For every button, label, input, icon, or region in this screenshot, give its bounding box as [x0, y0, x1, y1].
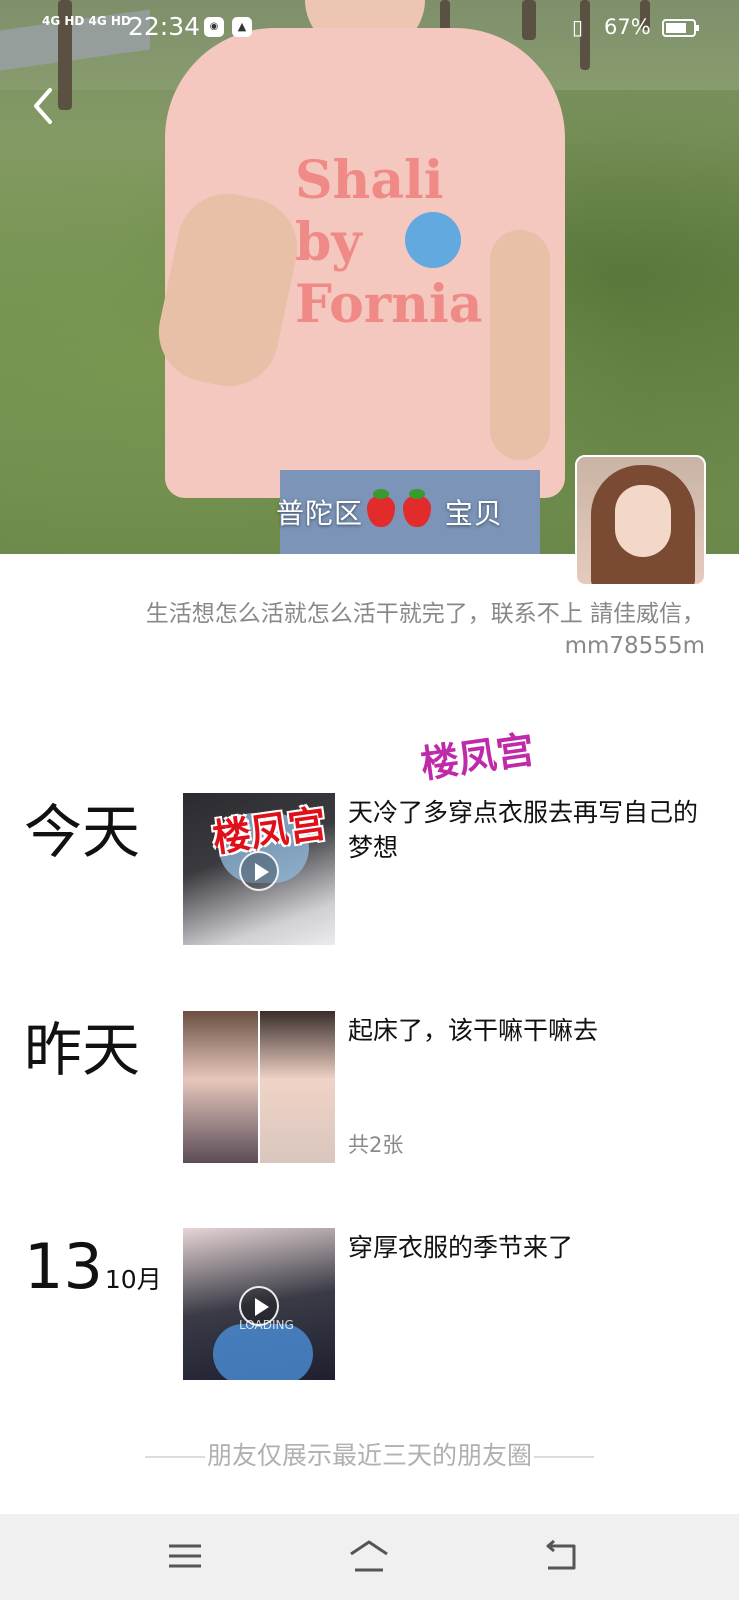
- moment-post[interactable]: 1310月 LOADING 穿厚衣服的季节来了: [0, 1228, 739, 1380]
- shirt-print-text: Shali by Fornia: [295, 150, 483, 335]
- chevron-left-icon: [34, 88, 52, 124]
- moments-visibility-note: 朋友仅展示最近三天的朋友圈: [0, 1436, 739, 1472]
- vibrate-icon: ▯: [572, 15, 584, 39]
- post-text: 起床了，该干嘛干嘛去: [348, 1016, 599, 1045]
- photo-count: 共2张: [348, 1133, 404, 1157]
- avatar[interactable]: [575, 455, 706, 586]
- system-nav-bar: [0, 1514, 739, 1600]
- menu-icon: [169, 1544, 201, 1568]
- back-button[interactable]: [26, 82, 66, 130]
- loading-label: LOADING: [239, 1318, 294, 1332]
- post-date: 今天: [24, 798, 141, 866]
- post-text: 穿厚衣服的季节来了: [348, 1233, 574, 1262]
- home-button[interactable]: [347, 1536, 391, 1576]
- cover-caption-location: 普陀区: [276, 497, 364, 530]
- battery-percent: 67%: [604, 15, 651, 39]
- network-signal: 4G HD 4G HD: [42, 14, 131, 28]
- home-icon: [350, 1540, 388, 1572]
- moment-post[interactable]: 昨天 起床了，该干嘛干嘛去 共2张: [0, 1011, 739, 1163]
- post-photo-thumbnail[interactable]: [260, 1011, 335, 1163]
- cover-caption: 普陀区 宝贝: [276, 489, 503, 532]
- smiley-heart-graphic: [405, 212, 461, 268]
- cover-caption-name: 宝贝: [444, 497, 503, 530]
- battery-icon: [662, 19, 699, 37]
- strawberry-icon: [403, 489, 432, 527]
- post-date: 1310月: [24, 1232, 162, 1315]
- profile-signature: 生活想怎么活就怎么活干就完了，联系不上 請佳威信，mm78555m: [145, 601, 705, 659]
- gallery-notification-icon: ▲: [232, 17, 252, 37]
- menu-button[interactable]: [163, 1536, 207, 1576]
- status-bar: 4G HD 4G HD 22:34 ◉ ▲ ▯ 67%: [0, 0, 739, 56]
- watermark-stamp: 楼凤宫: [417, 727, 538, 787]
- strawberry-icon: [367, 489, 396, 527]
- app-notification-icon: ◉: [204, 17, 224, 37]
- post-date-day: 13: [24, 1230, 103, 1303]
- post-photo-thumbnail[interactable]: [183, 1011, 258, 1163]
- post-date-month: 10月: [104, 1265, 162, 1294]
- back-nav-button[interactable]: [540, 1536, 584, 1576]
- moment-post[interactable]: 今天 天冷了多穿点衣服去再写自己的梦想: [0, 793, 739, 945]
- post-date: 昨天: [24, 1016, 141, 1084]
- status-time: 22:34: [128, 12, 201, 41]
- post-text: 天冷了多穿点衣服去再写自己的梦想: [348, 798, 699, 862]
- moments-page: Shali by Fornia 普陀区 宝贝 4G HD 4G HD 22:34…: [0, 0, 739, 1600]
- back-nav-icon: [546, 1539, 576, 1570]
- post-video-thumbnail[interactable]: LOADING: [183, 1228, 335, 1380]
